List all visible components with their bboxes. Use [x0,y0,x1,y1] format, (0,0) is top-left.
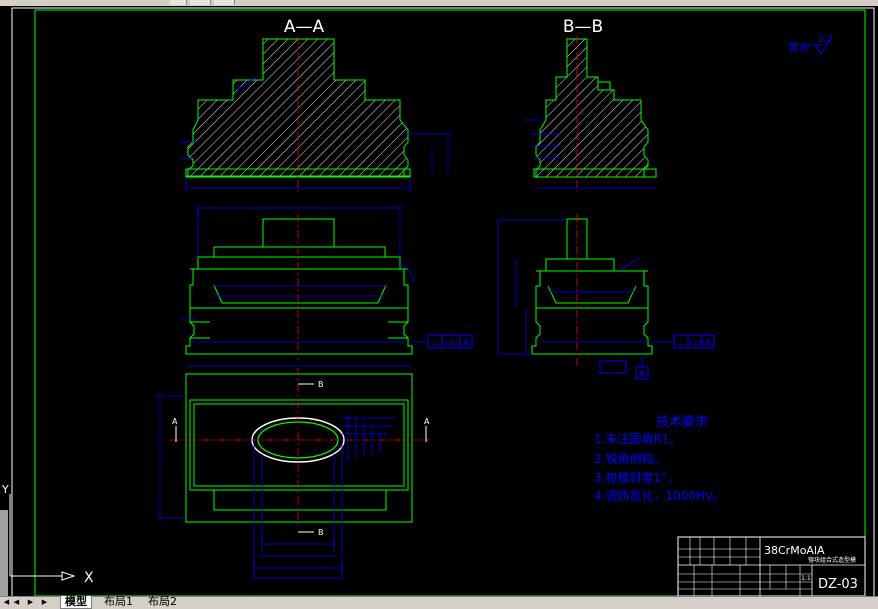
svg-text:⊥: ⊥ [677,338,685,348]
tab-model[interactable]: 模型 [60,596,92,609]
tech-req-item: 4.调质氮化，1000HV。 [594,488,725,503]
svg-text:A: A [705,338,712,349]
tab-next-icon[interactable]: ▶ [26,597,35,608]
front-view[interactable]: ⊥ 0.02 A [180,204,473,360]
svg-text:A: A [463,338,470,349]
layout-tab-bar: ◀ ◀ ▶ ▶ 模型 布局1 布局2 [0,596,878,609]
section-mark-b-bottom: B [318,528,324,537]
datum-frame-side: A [599,354,649,380]
roughness-note: 其余 3.2 [788,35,833,55]
tab-layout2[interactable]: 布局2 [144,596,181,608]
drawing-canvas[interactable]: A—A B—B 其余 3.2 ⊥ 0.02 A ⊥ 0.02 A A B B A… [0,6,878,596]
svg-text:0.02: 0.02 [443,339,459,347]
tech-req-item: 3.拔模斜度1°。 [594,470,679,485]
section-mark-b-top: B [318,380,324,389]
ucs-icon: X Y [1,483,94,586]
drawing-number: DZ-03 [818,577,858,592]
tab-layout1[interactable]: 布局1 [100,596,137,608]
section-mark-a-left: A [172,417,178,426]
material-label: 38CrMoAlA [764,544,825,557]
roughness-label: 其余 [788,40,810,54]
view-title-aa: A—A [284,17,325,37]
svg-text:A: A [639,369,646,380]
view-title-bb: B—B [563,17,603,37]
tab-first-icon[interactable]: ◀ [2,597,11,608]
toolbar-button[interactable] [190,0,211,5]
roughness-value: 3.2 [818,35,832,45]
tech-req-item: 1.未注圆角R1。 [594,431,681,446]
tolerance-frame-side: ⊥ 0.02 A [652,334,715,349]
section-bb-body [535,38,649,178]
title-block[interactable]: 38CrMoAlA 镕块组合式造型模 1:1 DZ-03 [677,536,866,596]
outer-border [11,7,875,596]
vertical-scrollbar[interactable] [0,510,8,596]
svg-text:0.02: 0.02 [687,339,703,347]
toolbar-button[interactable] [170,0,187,5]
side-view[interactable]: ⊥ 0.02 A A [497,214,715,380]
tab-last-icon[interactable]: ▶ [40,597,49,608]
tab-prev-icon[interactable]: ◀ [12,597,21,608]
toolbar-button[interactable] [214,0,235,5]
inner-frame [34,9,866,596]
tolerance-frame-front: ⊥ 0.02 A [412,334,473,349]
svg-text:⊥: ⊥ [431,338,439,348]
tech-req-title: 技术要求 [656,415,708,430]
scale-label: 1:1 [801,575,811,582]
ucs-y-label: Y [1,483,9,496]
section-mark-a-right: A [424,417,430,426]
section-view-bb[interactable]: B—B [524,17,657,192]
tech-req-item: 2.锐角倒钝。 [594,452,665,466]
part-name-label: 镕块组合式造型模 [808,556,856,564]
technical-requirements: 技术要求 1.未注圆角R1。 2.锐角倒钝。 3.拔模斜度1°。 4.调质氮化，… [594,415,725,503]
section-view-aa[interactable]: A—A [180,17,452,192]
ucs-x-label: X [84,570,94,586]
top-view[interactable]: B B A A [156,365,430,580]
